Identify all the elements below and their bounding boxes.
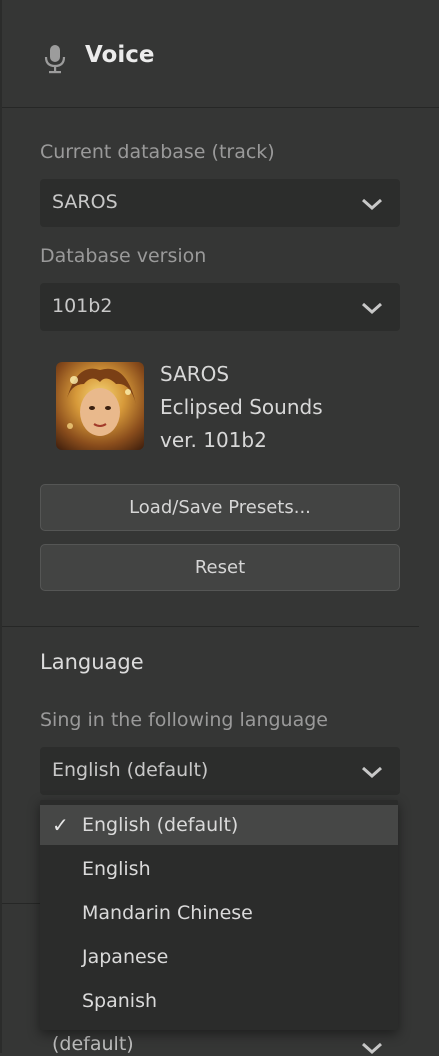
database-label: Current database (track) [40,141,275,163]
sing-language-label: Sing in the following language [40,709,328,731]
reset-button[interactable]: Reset [40,544,400,591]
menu-item-label: Spanish [82,990,158,1012]
microphone-icon [44,45,66,74]
voice-header[interactable]: Voice [2,0,439,107]
database-select[interactable]: SAROS [40,179,400,227]
menu-item-label: English (default) [82,814,239,836]
panel-left-border [0,0,2,1053]
lower-divider [2,903,40,904]
load-save-presets-button[interactable]: Load/Save Presets... [40,484,400,531]
hidden-select-value[interactable]: (default) [52,1033,134,1055]
language-value: English (default) [52,759,209,781]
language-title: Language [40,650,144,674]
avatar-portrait [66,368,136,436]
chevron-down-icon [362,198,382,211]
language-select[interactable]: English (default) [40,747,400,795]
chevron-down-icon [362,766,382,779]
language-dropdown-menu: ✓ English (default) English Mandarin Chi… [40,800,398,1030]
voice-panel: Voice Current database (track) SAROS Dat… [0,0,439,1055]
menu-item-label: Mandarin Chinese [82,902,253,924]
voice-avatar [56,362,144,450]
voice-title: Voice [85,42,155,68]
chevron-down-icon [362,1042,382,1055]
check-icon: ✓ [52,813,69,837]
database-value: SAROS [52,191,118,213]
menu-item-english-default[interactable]: ✓ English (default) [40,805,398,845]
voice-vendor: Eclipsed Sounds [160,395,323,419]
chevron-down-icon [362,302,382,315]
menu-item-spanish[interactable]: Spanish [40,981,398,1021]
version-select[interactable]: 101b2 [40,283,400,331]
voice-name: SAROS [160,362,230,386]
menu-item-mandarin-chinese[interactable]: Mandarin Chinese [40,893,398,933]
voice-version: ver. 101b2 [160,428,267,452]
version-value: 101b2 [52,295,113,317]
header-divider [2,107,439,108]
version-label: Database version [40,245,207,267]
menu-item-english[interactable]: English [40,849,398,889]
section-divider [2,626,419,627]
menu-item-label: English [82,858,151,880]
menu-item-label: Japanese [82,946,169,968]
menu-item-japanese[interactable]: Japanese [40,937,398,977]
